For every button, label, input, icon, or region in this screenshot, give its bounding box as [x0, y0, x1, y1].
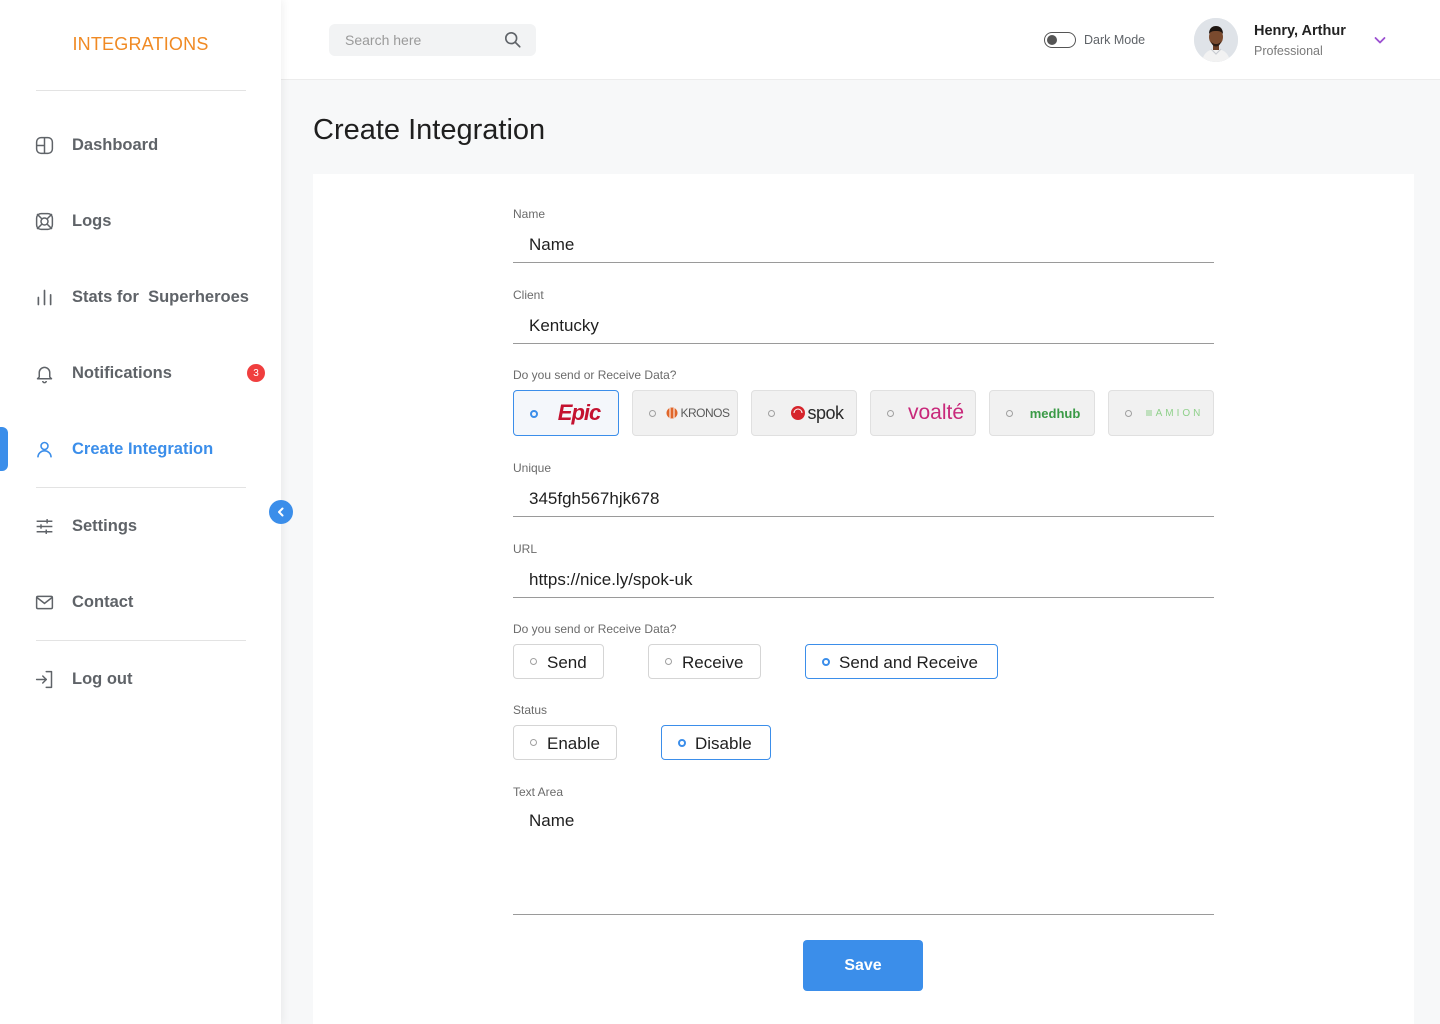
direction-question-label: Do you send or Receive Data?: [513, 622, 677, 636]
url-input[interactable]: [513, 562, 1214, 598]
search-box[interactable]: [329, 24, 536, 56]
search-icon[interactable]: [504, 31, 522, 49]
sidebar-item-logs[interactable]: Logs: [0, 199, 281, 243]
brand-logo-text: INTEGRATIONS: [72, 34, 209, 54]
radio-indicator: [649, 410, 656, 417]
vendor-question-label: Do you send or Receive Data?: [513, 368, 677, 382]
textarea-label: Text Area: [513, 785, 564, 799]
sidebar-divider: [36, 90, 246, 91]
collapse-sidebar-button[interactable]: [269, 500, 293, 524]
direction-option-receive[interactable]: Receive: [648, 644, 761, 679]
option-label: Disable: [695, 734, 752, 753]
spok-logo: spok: [782, 399, 852, 427]
sidebar-item-logout[interactable]: Log out: [0, 657, 281, 701]
sidebar-item-label: Stats for Superheroes: [72, 287, 249, 306]
name-input[interactable]: [513, 227, 1214, 263]
sidebar-item-stats[interactable]: Stats for Superheroes: [0, 275, 281, 319]
user-name: Henry, Arthur: [1254, 23, 1346, 39]
option-label: Receive: [682, 653, 744, 672]
radio-indicator: [665, 658, 672, 665]
status-option-disable[interactable]: Disable: [661, 725, 771, 760]
text-area-input[interactable]: Name: [513, 805, 1214, 915]
sidebar-item-contact[interactable]: Contact: [0, 580, 281, 624]
sliders-icon: [33, 515, 55, 537]
vendor-option-kronos[interactable]: KRONOS: [632, 390, 738, 436]
logout-icon: [33, 668, 55, 690]
sidebar-item-label: Create Integration: [72, 439, 214, 458]
top-header: Dark Mode Henry, Arthur Professional: [281, 0, 1440, 80]
radio-indicator: [1006, 410, 1013, 417]
dashboard-icon: [33, 134, 55, 156]
radio-indicator: [1125, 410, 1132, 417]
url-label: URL: [513, 542, 538, 556]
user-icon: [33, 438, 55, 460]
radio-indicator: [768, 410, 775, 417]
status-option-enable[interactable]: Enable: [513, 725, 617, 760]
chevron-left-icon: [278, 507, 284, 517]
page-title: Create Integration: [313, 114, 546, 146]
sidebar-item-create-integration[interactable]: Create Integration: [0, 427, 281, 471]
medhub-logo: medhub: [1029, 405, 1081, 421]
vendor-option-epic[interactable]: Epic: [513, 390, 619, 436]
direction-option-send-and-receive[interactable]: Send and Receive: [805, 644, 998, 679]
radio-indicator: [822, 658, 830, 666]
status-label: Status: [513, 703, 548, 717]
radio-indicator: [887, 410, 894, 417]
amion-mark-icon: [1145, 410, 1152, 416]
sidebar: INTEGRATIONS Dashboard Logs Stats for Su…: [0, 0, 281, 1024]
save-button[interactable]: Save: [803, 940, 923, 991]
kronos-logo: KRONOS: [663, 399, 733, 427]
option-label: Enable: [547, 734, 600, 753]
client-label: Client: [513, 288, 544, 302]
toggle-knob: [1047, 34, 1057, 45]
dark-mode-toggle[interactable]: [1044, 32, 1076, 48]
client-input[interactable]: [513, 308, 1214, 344]
name-label: Name: [513, 207, 546, 221]
voalte-logo: voalté: [907, 401, 965, 424]
sidebar-item-dashboard[interactable]: Dashboard: [0, 123, 281, 167]
vendor-option-amion[interactable]: AMION: [1108, 390, 1214, 436]
sidebar-item-label: Dashboard: [72, 135, 159, 154]
unique-label: Unique: [513, 461, 552, 475]
radio-indicator: [530, 739, 537, 746]
create-integration-form: Name Client Do you send or Receive Data?…: [313, 174, 1414, 1024]
unique-input[interactable]: [513, 481, 1214, 517]
stats-icon: [33, 286, 55, 308]
sidebar-item-label: Log out: [72, 669, 133, 688]
sidebar-item-label: Notifications: [72, 363, 172, 382]
vendor-option-spok[interactable]: spok: [751, 390, 857, 436]
option-label: Send: [547, 653, 587, 672]
notification-badge: 3: [247, 364, 265, 382]
avatar[interactable]: [1194, 18, 1238, 62]
sidebar-item-label: Contact: [72, 592, 134, 611]
logs-icon: [33, 210, 55, 232]
sidebar-item-settings[interactable]: Settings: [0, 504, 281, 548]
dark-mode-label: Dark Mode: [1084, 33, 1146, 47]
sidebar-item-label: Logs: [72, 211, 112, 230]
search-input[interactable]: [345, 24, 495, 56]
mail-icon: [33, 591, 55, 613]
direction-option-send[interactable]: Send: [513, 644, 604, 679]
kronos-mark-icon: [666, 407, 678, 419]
user-role: Professional: [1254, 44, 1323, 58]
vendor-option-voalte[interactable]: voalté: [870, 390, 976, 436]
sidebar-item-notifications[interactable]: Notifications 3: [0, 351, 281, 395]
chevron-down-icon[interactable]: [1372, 32, 1388, 48]
epic-logo: Epic: [557, 400, 601, 425]
sidebar-divider: [36, 640, 246, 641]
spok-mark-icon: [791, 406, 806, 420]
radio-indicator: [678, 739, 686, 747]
sidebar-item-label: Settings: [72, 516, 138, 535]
radio-indicator: [530, 410, 538, 418]
vendor-option-medhub[interactable]: medhub: [989, 390, 1095, 436]
radio-indicator: [530, 658, 537, 665]
amion-logo: AMION: [1139, 399, 1209, 427]
option-label: Send and Receive: [839, 653, 978, 672]
bell-icon: [33, 362, 55, 384]
sidebar-divider: [36, 487, 246, 488]
